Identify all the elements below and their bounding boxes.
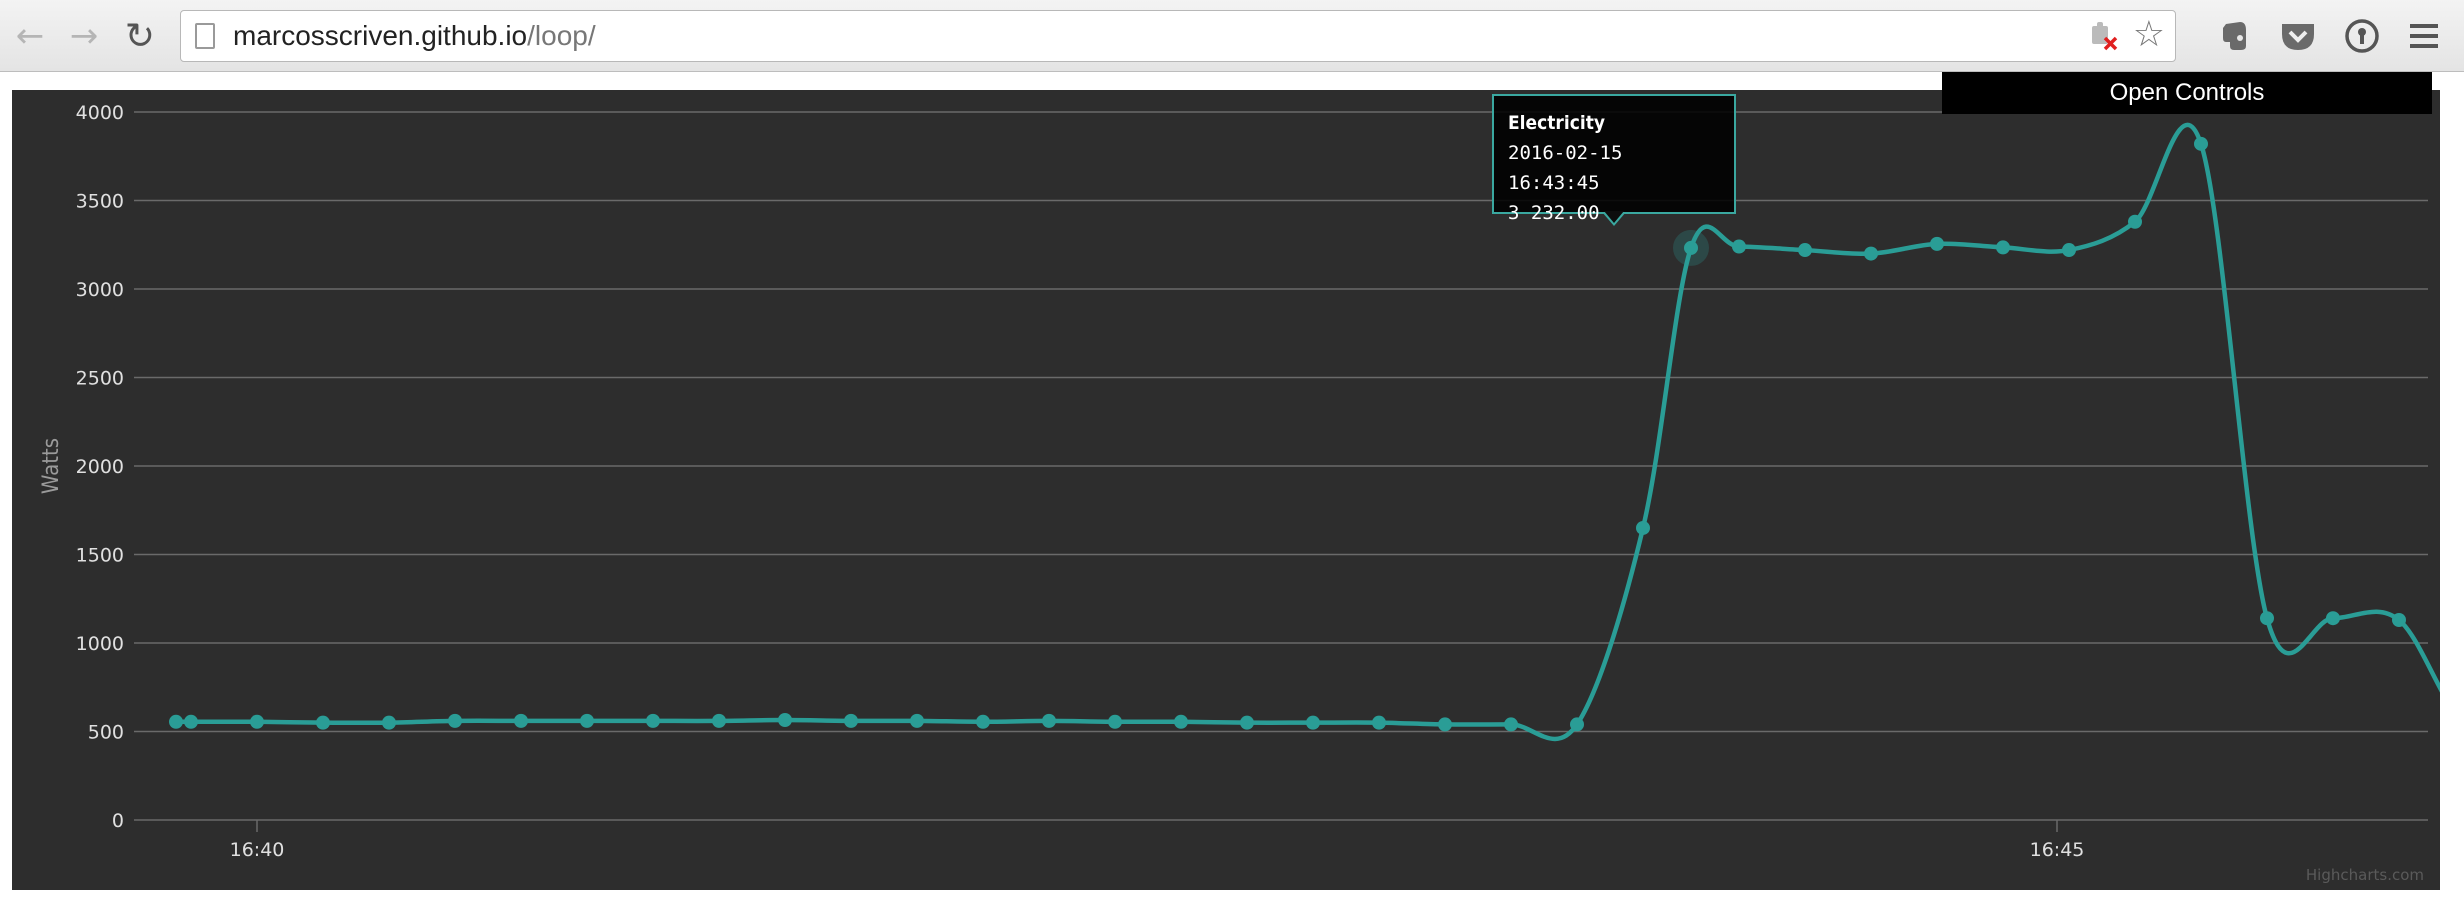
y-tick-label: 1000 [76,633,124,655]
data-point [514,713,528,728]
data-point [1570,717,1584,732]
y-tick-label: 4000 [76,102,124,124]
data-point [1438,717,1452,732]
browser-toolbar: ← → ↻ marcosscriven.github.io/loop/ ☆ [0,0,2464,72]
y-tick-label: 1500 [76,545,124,567]
open-controls-button[interactable]: Open Controls [1942,72,2432,114]
data-point [910,713,924,728]
data-point [448,713,462,728]
data-point [778,712,792,727]
y-tick-label: 0 [112,810,124,832]
data-point [580,713,594,728]
series-line-electricity [176,122,2440,742]
data-point [1732,239,1746,254]
url-host: marcosscriven.github.io [233,20,528,51]
y-tick-label: 2000 [76,456,124,478]
data-point [1108,714,1122,729]
data-point [1306,715,1320,730]
star-icon[interactable]: ☆ [2133,15,2165,55]
data-point [2326,611,2340,626]
data-point [976,714,990,729]
chart-svg: 0 500 1000 1500 2000 2500 3000 3500 4000 16:40 16:… [39,102,2440,884]
url-text[interactable]: marcosscriven.github.io/loop/ [233,20,596,52]
pocket-icon[interactable] [2278,16,2318,56]
reload-icon[interactable]: ↻ [118,14,162,58]
back-arrow-icon[interactable]: ← [8,14,52,58]
x-tick-label: 16:45 [2030,839,2085,861]
data-point [1372,715,1386,730]
y-tick-label: 500 [88,722,124,744]
y-tick-label: 2500 [76,368,124,390]
data-point [169,714,183,729]
data-point [1684,240,1698,255]
tooltip-arrow-inner [1604,211,1624,223]
data-point [184,714,198,729]
data-point [1798,243,1812,258]
data-point [250,714,264,729]
data-point [1636,520,1650,535]
y-tick-label: 3500 [76,191,124,213]
x-tick-label: 16:40 [230,839,285,861]
credits-label: Highcharts.com [2306,866,2424,884]
lastpass-icon[interactable] [2342,16,2382,56]
data-point [1174,714,1188,729]
data-point [1504,717,1518,732]
data-point [2392,612,2406,627]
data-point [712,713,726,728]
y-axis-label: Watts [39,438,64,494]
evernote-icon[interactable] [2216,16,2256,56]
electricity-chart: 0 500 1000 1500 2000 2500 3000 3500 4000 16:40 16:… [12,90,2440,890]
y-tick-label: 3000 [76,279,124,301]
data-point [2062,243,2076,258]
tooltip-series-name: Electricity [1508,112,1606,134]
url-path: /loop/ [527,20,596,51]
data-point [1930,236,1944,251]
page-icon [195,23,215,49]
address-bar[interactable]: marcosscriven.github.io/loop/ ☆ [180,10,2176,62]
data-point [1996,240,2010,255]
extension-blocked-icon[interactable] [2089,21,2119,51]
data-point [316,715,330,730]
data-point [1042,713,1056,728]
data-point [1864,246,1878,261]
data-point [646,713,660,728]
chart-tooltip: Electricity 2016-02-15 16:43:45 3 232.00 [1492,94,1736,224]
data-point [2128,214,2142,229]
data-point [2260,611,2274,626]
data-point [1240,715,1254,730]
data-point [382,715,396,730]
data-point [2194,136,2208,151]
data-point [844,713,858,728]
hamburger-menu-icon[interactable] [2404,16,2444,56]
forward-arrow-icon[interactable]: → [62,14,106,58]
tooltip-timestamp: 2016-02-15 16:43:45 [1508,142,1623,194]
